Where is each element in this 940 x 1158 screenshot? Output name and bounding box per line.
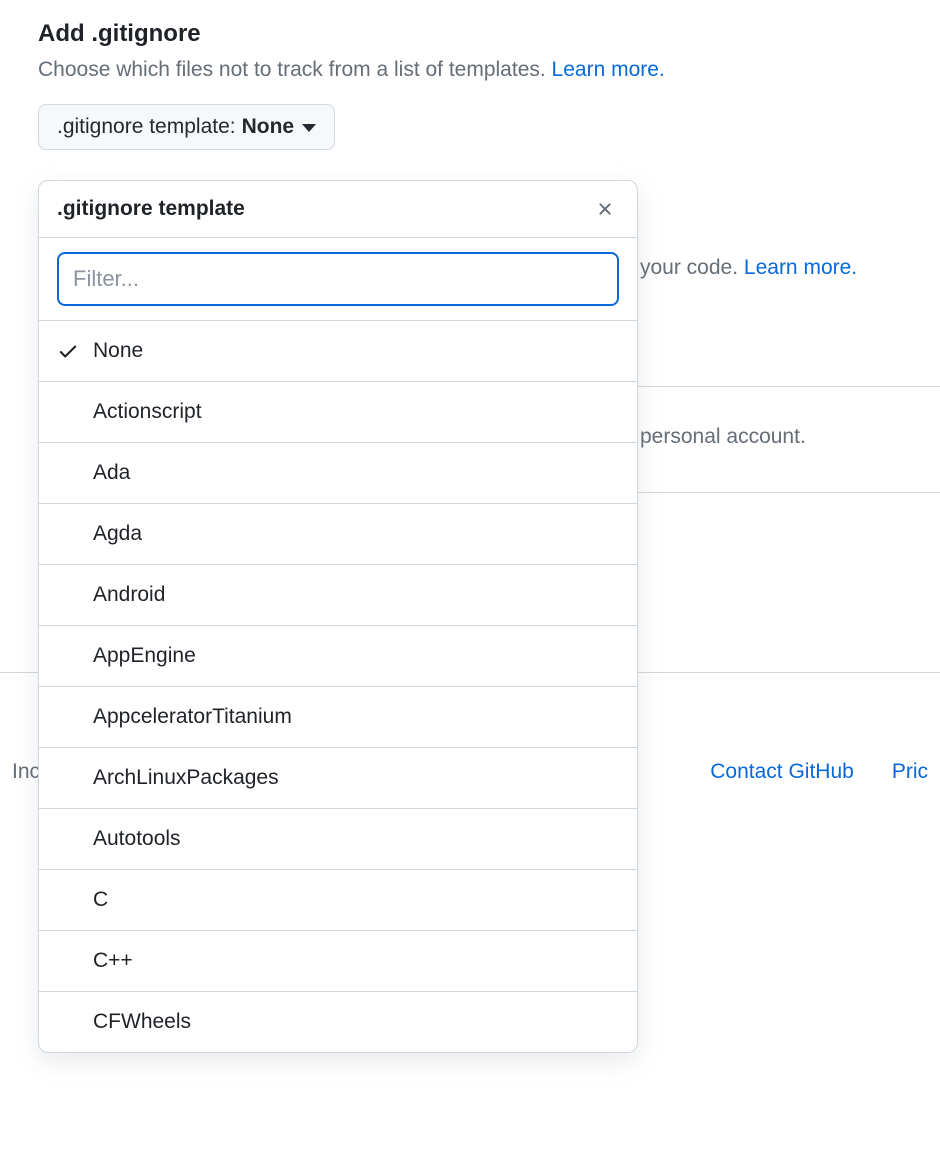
option-label: Android (93, 583, 165, 607)
description-text: Choose which files not to track from a l… (38, 58, 552, 81)
check-icon (57, 340, 93, 362)
option-label: AppceleratorTitanium (93, 705, 292, 729)
pricing-link-fragment[interactable]: Pric (892, 760, 928, 784)
option-label: None (93, 339, 143, 363)
option-item[interactable]: Android (39, 565, 637, 626)
section-description: Choose which files not to track from a l… (38, 54, 902, 86)
gitignore-template-dropdown-button[interactable]: .gitignore template: None (38, 104, 335, 150)
option-label: Actionscript (93, 400, 202, 424)
license-text-fragment: your code. Learn more. (640, 256, 857, 280)
option-item[interactable]: AppEngine (39, 626, 637, 687)
dropdown-header: .gitignore template (39, 181, 637, 238)
option-list[interactable]: None Actionscript Ada Agda Android AppEngine A… (39, 321, 637, 1052)
option-item[interactable]: Autotools (39, 809, 637, 870)
footer-links: Contact GitHub Pric (710, 760, 928, 784)
option-item[interactable]: None (39, 321, 637, 382)
contact-github-link[interactable]: Contact GitHub (710, 760, 854, 784)
close-icon (595, 199, 615, 219)
filter-input[interactable] (57, 252, 619, 306)
option-label: AppEngine (93, 644, 196, 668)
option-label: Ada (93, 461, 130, 485)
option-label: C++ (93, 949, 133, 973)
account-text-fragment: personal account. (640, 425, 806, 449)
option-item[interactable]: C (39, 870, 637, 931)
option-label: Agda (93, 522, 142, 546)
license-fragment-text: your code. (640, 256, 744, 279)
section-title: Add .gitignore (38, 20, 902, 48)
gitignore-template-dropdown-panel: .gitignore template None Actionscript Ada A… (38, 180, 638, 1053)
option-item[interactable]: ArchLinuxPackages (39, 748, 637, 809)
option-label: Autotools (93, 827, 181, 851)
dropdown-trigger-value: None (242, 115, 295, 139)
option-item[interactable]: AppceleratorTitanium (39, 687, 637, 748)
caret-down-icon (302, 124, 316, 132)
option-item[interactable]: Agda (39, 504, 637, 565)
option-item[interactable]: CFWheels (39, 992, 637, 1052)
option-item[interactable]: Actionscript (39, 382, 637, 443)
option-label: CFWheels (93, 1010, 191, 1034)
divider (638, 386, 940, 387)
license-learn-more-link[interactable]: Learn more. (744, 256, 857, 279)
dropdown-header-title: .gitignore template (57, 197, 245, 221)
learn-more-link[interactable]: Learn more. (552, 58, 665, 81)
option-label: ArchLinuxPackages (93, 766, 279, 790)
dropdown-trigger-prefix: .gitignore template: (57, 115, 236, 139)
filter-container (39, 238, 637, 321)
footer-copyright-fragment: Inc (12, 760, 40, 784)
divider (638, 492, 940, 493)
close-button[interactable] (591, 195, 619, 223)
option-label: C (93, 888, 108, 912)
option-item[interactable]: Ada (39, 443, 637, 504)
gitignore-section: Add .gitignore Choose which files not to… (0, 0, 940, 150)
option-item[interactable]: C++ (39, 931, 637, 992)
